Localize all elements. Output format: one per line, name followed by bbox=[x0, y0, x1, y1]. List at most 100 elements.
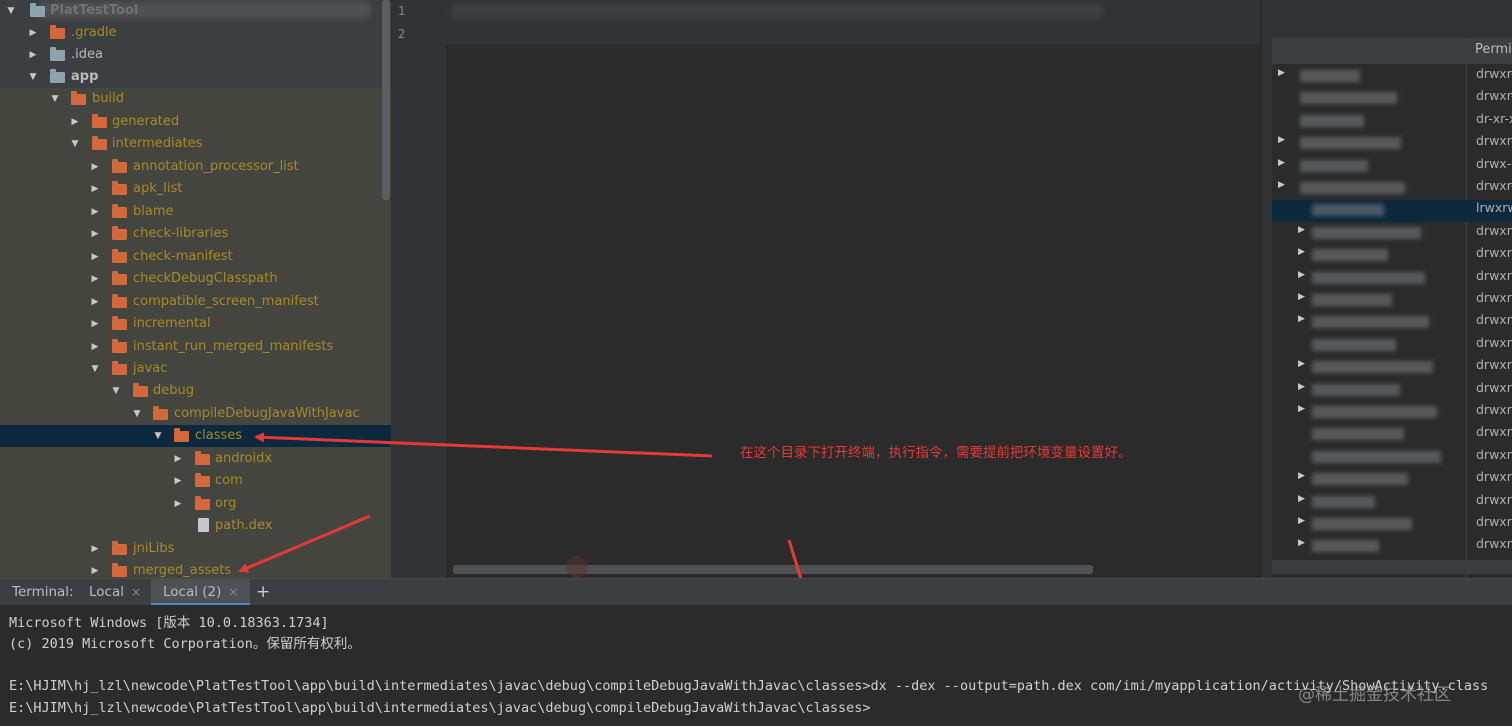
collapse-arrow-icon[interactable]: ▶ bbox=[28, 22, 38, 44]
tree-item-com[interactable]: ▶ com bbox=[0, 470, 391, 492]
collapse-arrow-icon[interactable]: ▶ bbox=[90, 156, 100, 178]
collapse-arrow-icon[interactable]: ▶ bbox=[90, 560, 100, 578]
tree-item-label: org bbox=[215, 496, 237, 511]
tree-item-org[interactable]: ▶ org bbox=[0, 493, 391, 515]
collapse-arrow-icon[interactable]: ▶ bbox=[1298, 471, 1305, 481]
collapse-arrow-icon[interactable]: ▶ bbox=[1298, 292, 1305, 302]
tree-item-label: apk_list bbox=[133, 181, 183, 196]
folder-icon bbox=[133, 383, 148, 397]
folder-icon bbox=[112, 339, 127, 353]
watermark: @稀土掘金技术社区 bbox=[1298, 685, 1451, 705]
tree-item-generated[interactable]: ▶ generated bbox=[0, 111, 391, 133]
collapse-arrow-icon[interactable]: ▶ bbox=[90, 336, 100, 358]
collapse-arrow-icon[interactable]: ▶ bbox=[1298, 382, 1305, 392]
tree-root-row[interactable]: ▼ PlatTestTool bbox=[0, 0, 391, 22]
folder-icon bbox=[174, 428, 189, 442]
folder-icon bbox=[112, 294, 127, 308]
tree-item-idea[interactable]: ▶ .idea bbox=[0, 44, 391, 66]
collapse-arrow-icon[interactable]: ▶ bbox=[1298, 516, 1305, 526]
tree-item-jni-libs[interactable]: ▶ jniLibs bbox=[0, 538, 391, 560]
tab-local[interactable]: Local × bbox=[89, 579, 141, 606]
column-divider[interactable] bbox=[1466, 38, 1467, 578]
collapse-arrow-icon[interactable]: ▶ bbox=[90, 223, 100, 245]
close-icon[interactable]: × bbox=[228, 585, 238, 599]
tree-item-check-debug-classpath[interactable]: ▶ checkDebugClasspath bbox=[0, 268, 391, 290]
expand-arrow-icon[interactable]: ▼ bbox=[111, 380, 121, 402]
collapse-arrow-icon[interactable]: ▶ bbox=[173, 448, 183, 470]
expand-arrow-icon[interactable]: ▼ bbox=[50, 88, 60, 110]
collapse-arrow-icon[interactable]: ▶ bbox=[90, 178, 100, 200]
tree-item-annotation-processor-list[interactable]: ▶ annotation_processor_list bbox=[0, 156, 391, 178]
collapse-arrow-icon[interactable]: ▶ bbox=[1278, 158, 1285, 168]
permission-cell: drwxrw bbox=[1476, 491, 1512, 507]
tree-item-androidx[interactable]: ▶ androidx bbox=[0, 448, 391, 470]
collapse-arrow-icon[interactable]: ▶ bbox=[90, 291, 100, 313]
tree-item-check-libraries[interactable]: ▶ check-libraries bbox=[0, 223, 391, 245]
collapse-arrow-icon[interactable]: ▶ bbox=[1298, 225, 1305, 235]
collapse-arrow-icon[interactable]: ▶ bbox=[173, 470, 183, 492]
tree-item-check-manifest[interactable]: ▶ check-manifest bbox=[0, 246, 391, 268]
collapse-arrow-icon[interactable]: ▶ bbox=[1298, 270, 1305, 280]
tree-item-blame[interactable]: ▶ blame bbox=[0, 201, 391, 223]
editor-area[interactable] bbox=[446, 0, 1260, 578]
collapse-arrow-icon[interactable]: ▶ bbox=[1298, 538, 1305, 548]
folder-icon bbox=[112, 159, 127, 173]
tree-item-javac[interactable]: ▼ javac bbox=[0, 358, 391, 380]
tree-item-instant-run-merged-manifests[interactable]: ▶ instant_run_merged_manifests bbox=[0, 336, 391, 358]
folder-icon bbox=[92, 136, 107, 150]
collapse-arrow-icon[interactable]: ▶ bbox=[90, 313, 100, 335]
collapse-arrow-icon[interactable]: ▶ bbox=[1298, 404, 1305, 414]
collapse-arrow-icon[interactable]: ▶ bbox=[90, 538, 100, 560]
collapse-arrow-icon[interactable]: ▶ bbox=[90, 201, 100, 223]
collapse-arrow-icon[interactable]: ▶ bbox=[1298, 494, 1305, 504]
file-name-blurred bbox=[1312, 495, 1375, 508]
expand-arrow-icon[interactable]: ▼ bbox=[90, 358, 100, 380]
collapse-arrow-icon[interactable]: ▶ bbox=[1298, 359, 1305, 369]
tree-item-path-dex[interactable]: path.dex bbox=[0, 515, 391, 537]
collapse-arrow-icon[interactable]: ▶ bbox=[173, 493, 183, 515]
editor-horizontal-scrollbar[interactable] bbox=[453, 565, 1093, 574]
terminal-command-line: E:\HJIM\hj_lzl\newcode\PlatTestTool\app\… bbox=[9, 678, 1489, 694]
file-name-blurred bbox=[1312, 428, 1404, 441]
file-name-blurred bbox=[1312, 450, 1441, 463]
file-list-horizontal-scrollbar[interactable] bbox=[1272, 560, 1512, 574]
collapse-arrow-icon[interactable]: ▶ bbox=[1298, 314, 1305, 324]
tree-item-debug[interactable]: ▼ debug bbox=[0, 380, 391, 402]
collapse-arrow-icon[interactable]: ▶ bbox=[70, 111, 80, 133]
collapse-arrow-icon[interactable]: ▶ bbox=[1278, 68, 1285, 78]
collapse-arrow-icon[interactable]: ▶ bbox=[1278, 135, 1285, 145]
tree-item-merged-assets[interactable]: ▶ merged_assets bbox=[0, 560, 391, 578]
permissions-column-header[interactable]: Permi... bbox=[1475, 42, 1512, 57]
tree-item-intermediates[interactable]: ▼ intermediates bbox=[0, 133, 391, 155]
expand-arrow-icon[interactable]: ▼ bbox=[28, 66, 38, 88]
tree-item-build[interactable]: ▼ build bbox=[0, 88, 391, 110]
tree-item-label: .gradle bbox=[71, 25, 117, 40]
tree-scrollbar[interactable] bbox=[382, 0, 390, 200]
tree-item-incremental[interactable]: ▶ incremental bbox=[0, 313, 391, 335]
expand-arrow-icon[interactable]: ▼ bbox=[153, 425, 163, 447]
tree-item-compile-debug-java-with-javac[interactable]: ▼ compileDebugJavaWithJavac bbox=[0, 403, 391, 425]
file-name-blurred bbox=[1312, 271, 1425, 284]
collapse-arrow-icon[interactable]: ▶ bbox=[28, 44, 38, 66]
tree-item-classes-selected[interactable]: ▼ classes bbox=[0, 425, 391, 447]
collapse-arrow-icon[interactable]: ▶ bbox=[1278, 180, 1285, 190]
folder-icon bbox=[153, 406, 168, 420]
permission-cell: drwxrw bbox=[1476, 245, 1512, 261]
add-tab-icon[interactable]: + bbox=[256, 579, 270, 606]
collapse-arrow-icon[interactable]: ▶ bbox=[1298, 247, 1305, 257]
tree-item-apk-list[interactable]: ▶ apk_list bbox=[0, 178, 391, 200]
terminal-output[interactable]: Microsoft Windows [版本 10.0.18363.1734] (… bbox=[0, 605, 1512, 726]
tree-item-app[interactable]: ▼ app bbox=[0, 66, 391, 88]
tree-item-label: compileDebugJavaWithJavac bbox=[174, 406, 360, 421]
search-icon bbox=[566, 556, 588, 578]
tree-item-label: compatible_screen_manifest bbox=[133, 294, 319, 309]
collapse-arrow-icon[interactable]: ▶ bbox=[90, 246, 100, 268]
tree-item-gradle[interactable]: ▶ .gradle bbox=[0, 22, 391, 44]
collapse-arrow-icon[interactable]: ▶ bbox=[90, 268, 100, 290]
tab-local-2[interactable]: Local (2) × bbox=[151, 579, 251, 606]
close-icon[interactable]: × bbox=[131, 585, 141, 599]
expand-arrow-icon[interactable]: ▼ bbox=[6, 0, 16, 22]
expand-arrow-icon[interactable]: ▼ bbox=[70, 133, 80, 155]
tree-item-compatible-screen-manifest[interactable]: ▶ compatible_screen_manifest bbox=[0, 291, 391, 313]
expand-arrow-icon[interactable]: ▼ bbox=[132, 403, 142, 425]
